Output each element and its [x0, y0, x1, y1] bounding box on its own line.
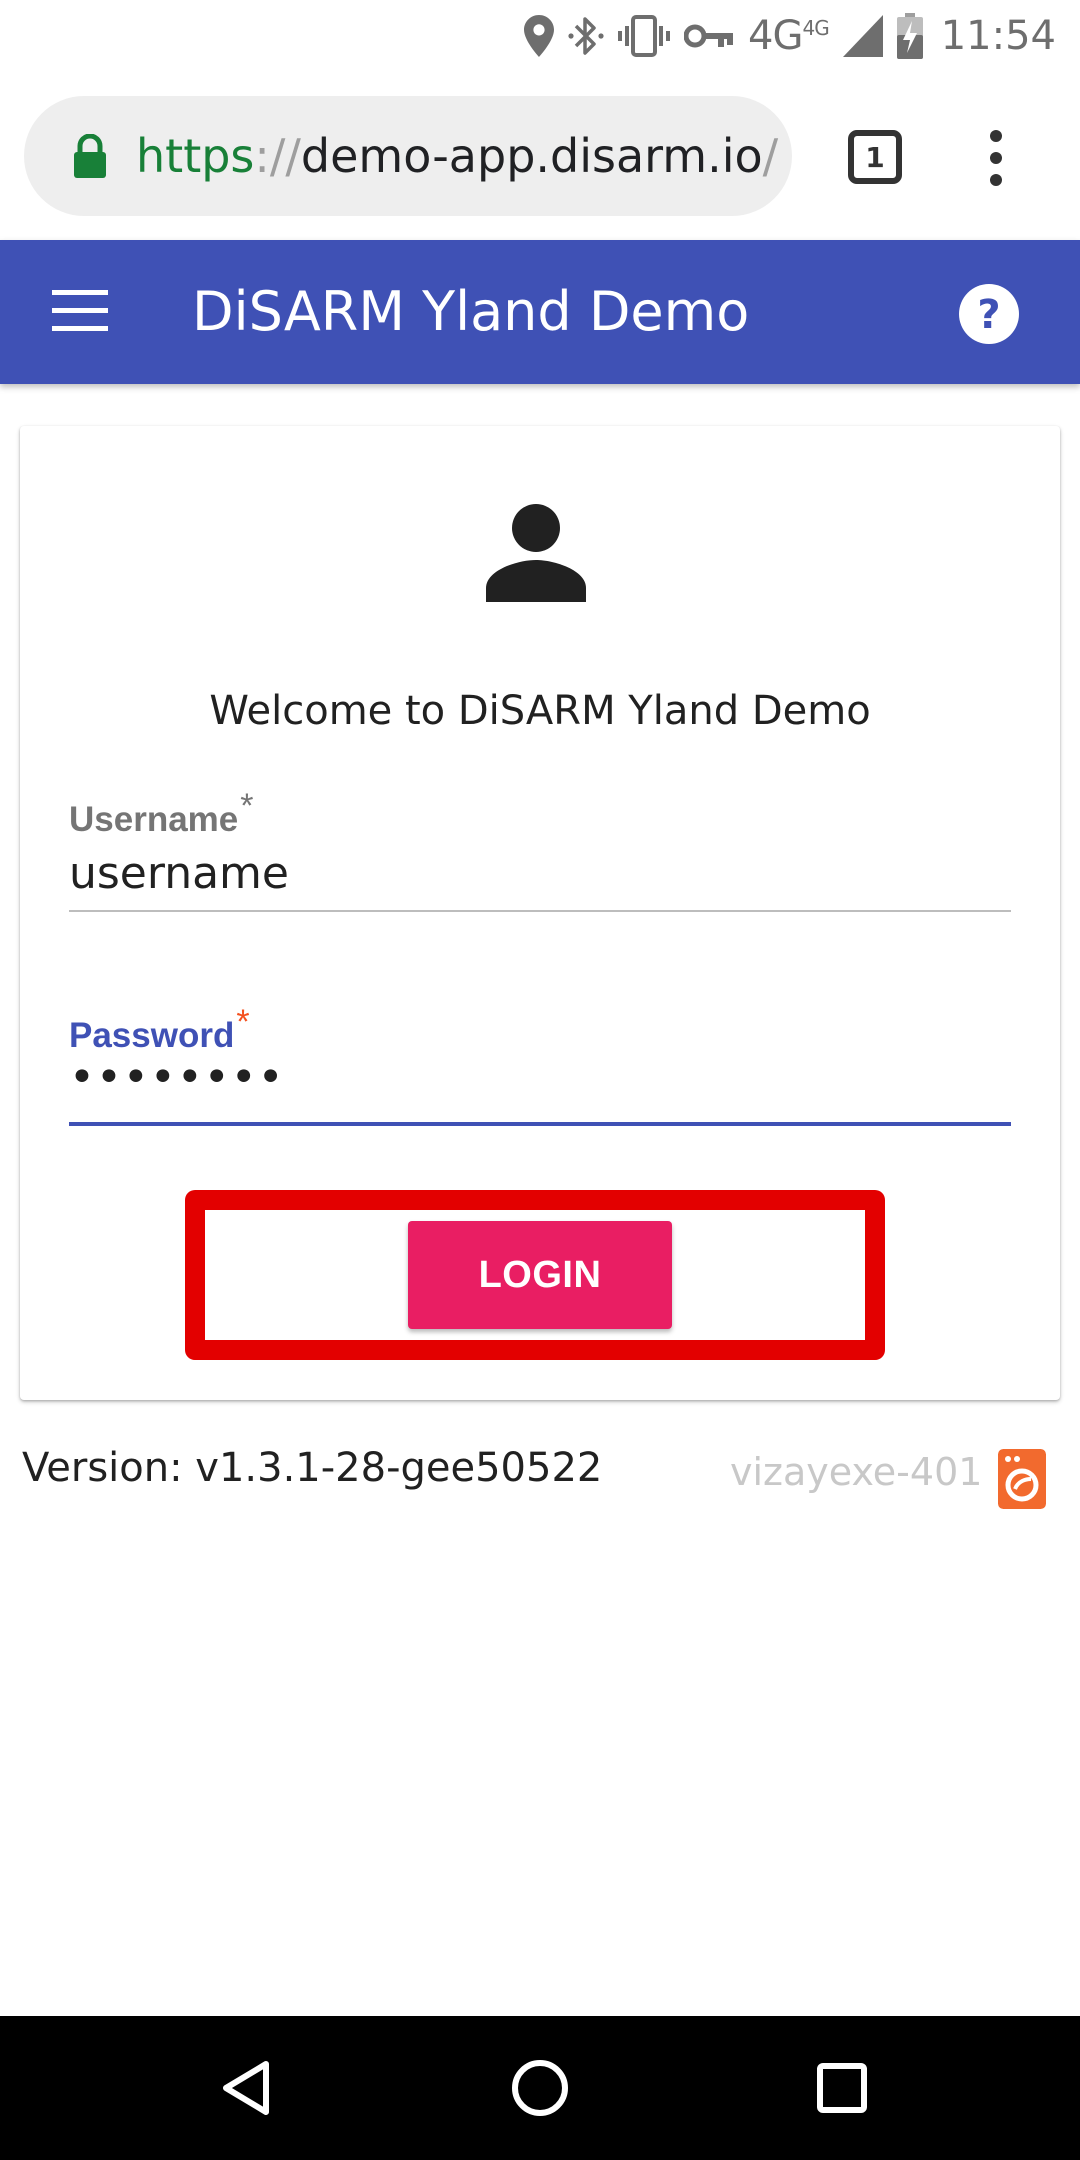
recents-icon[interactable]: [816, 2062, 868, 2114]
password-input[interactable]: ••••••••: [69, 1052, 285, 1103]
person-icon: [486, 504, 586, 602]
app-title: DiSARM Yland Demo: [192, 280, 750, 343]
username-required-marker: *: [240, 787, 254, 825]
url-host: demo-app.disarm.io: [300, 129, 763, 183]
username-field[interactable]: Username* username: [69, 786, 1011, 916]
home-icon[interactable]: [510, 2058, 570, 2118]
url-scheme: https: [136, 129, 255, 183]
status-icons: 4G4G 11:54: [524, 0, 1056, 72]
username-input[interactable]: username: [69, 848, 289, 899]
location-icon: [524, 15, 555, 57]
lock-icon: [74, 134, 106, 178]
status-bar: 4G4G 11:54: [0, 0, 1080, 72]
network-type: 4G4G: [748, 13, 830, 59]
version-text: Version: v1.3.1-28-gee50522: [22, 1445, 603, 1491]
app-toolbar: DiSARM Yland Demo ?: [0, 240, 1080, 384]
username-label: Username*: [69, 787, 254, 839]
signal-icon: [842, 15, 883, 57]
svg-text:?: ?: [977, 292, 1000, 338]
browser-toolbar: https://demo-app.disarm.io/n 1: [0, 72, 1080, 240]
overflow-menu-icon[interactable]: [976, 128, 1016, 188]
login-card: Welcome to DiSARM Yland Demo Username* u…: [20, 426, 1060, 1400]
help-icon[interactable]: ?: [958, 283, 1020, 345]
network-type-sup: 4G: [802, 16, 829, 40]
vibrate-icon: [618, 15, 671, 57]
vpn-key-icon: [684, 24, 734, 48]
back-icon[interactable]: [218, 2058, 274, 2118]
battery-icon: [896, 13, 923, 59]
password-label: Password*: [69, 1003, 250, 1055]
password-field[interactable]: Password* ••••••••: [69, 1003, 1011, 1134]
url-path: /n: [762, 129, 782, 183]
tab-count: 1: [865, 140, 885, 174]
welcome-message: Welcome to DiSARM Yland Demo: [209, 688, 871, 734]
login-button[interactable]: LOGIN: [408, 1221, 672, 1329]
address-bar[interactable]: https://demo-app.disarm.io/n: [24, 96, 792, 216]
password-required-marker: *: [236, 1003, 250, 1041]
url-separator: ://: [254, 129, 301, 183]
url-text[interactable]: https://demo-app.disarm.io/n: [136, 96, 782, 216]
bluetooth-icon: [568, 17, 604, 55]
hamburger-menu-icon[interactable]: [52, 286, 112, 338]
device-id: vizayexe-401: [730, 1450, 983, 1494]
app-badge-icon: [998, 1449, 1046, 1509]
clock: 11:54: [940, 13, 1056, 59]
tab-switcher-button[interactable]: 1: [848, 130, 902, 184]
system-navigation-bar: [0, 2016, 1080, 2160]
password-underline: [69, 1122, 1011, 1126]
username-underline: [69, 910, 1011, 912]
